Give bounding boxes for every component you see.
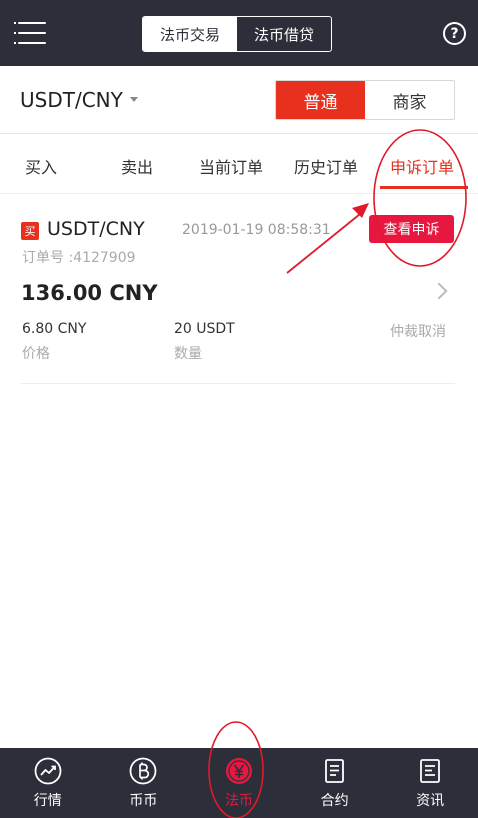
menu-icon[interactable] (14, 22, 46, 44)
tab-current-orders[interactable]: 当前订单 (199, 154, 263, 178)
divider (21, 383, 455, 384)
tab-fiat-lending[interactable]: 法币借贷 (237, 17, 331, 51)
order-card[interactable]: 买 USDT/CNY 2019-01-19 08:58:31 查看申诉 订单号 … (0, 195, 478, 385)
bitcoin-icon (129, 757, 157, 785)
order-pair: USDT/CNY (47, 218, 145, 240)
nav-item-contract[interactable]: 合约 (287, 748, 383, 818)
buy-side-badge: 买 (21, 222, 39, 240)
tab-fiat-trading[interactable]: 法币交易 (143, 17, 237, 51)
mode-switch: 普通 商家 (275, 80, 455, 120)
trend-chart-icon (34, 757, 62, 785)
nav-label: 资讯 (416, 793, 445, 809)
pair-selector[interactable]: USDT/CNY (20, 88, 123, 112)
nav-item-fiat[interactable]: 法币 (191, 748, 287, 818)
price-label: 价格 (22, 346, 50, 362)
news-doc-icon (420, 759, 441, 783)
trade-type-switch: 法币交易 法币借贷 (142, 16, 332, 52)
order-number: 订单号 :4127909 (22, 250, 136, 266)
mode-merchant-button[interactable]: 商家 (365, 81, 454, 119)
order-timestamp: 2019-01-19 08:58:31 (182, 222, 331, 238)
tab-history-orders[interactable]: 历史订单 (294, 154, 358, 178)
nav-item-news[interactable]: 资讯 (382, 748, 478, 818)
price-value: 6.80 CNY (22, 321, 87, 337)
nav-label: 币币 (129, 793, 158, 809)
tab-sell[interactable]: 卖出 (121, 154, 153, 178)
view-appeal-button[interactable]: 查看申诉 (369, 215, 454, 243)
order-tabs: 买入 卖出 当前订单 历史订单 申诉订单 (0, 134, 478, 194)
caret-down-icon[interactable] (130, 97, 138, 102)
yuan-coin-icon (225, 758, 252, 784)
top-header: 法币交易 法币借贷 ? (0, 0, 478, 66)
nav-item-coin[interactable]: 币币 (96, 748, 192, 818)
bottom-navigation: 行情 币币 法币 合约 资讯 (0, 748, 478, 818)
chevron-right-icon[interactable] (430, 282, 448, 300)
help-icon[interactable]: ? (443, 22, 466, 45)
nav-label: 合约 (320, 793, 349, 809)
order-status: 仲裁取消 (390, 324, 446, 340)
mode-normal-button[interactable]: 普通 (276, 81, 365, 119)
quantity-value: 20 USDT (174, 321, 235, 337)
tab-appeal-orders[interactable]: 申诉订单 (390, 154, 454, 178)
contract-doc-icon (324, 759, 344, 783)
order-amount: 136.00 CNY (21, 281, 158, 305)
tab-buy[interactable]: 买入 (25, 154, 57, 178)
nav-item-market[interactable]: 行情 (0, 748, 96, 818)
nav-label: 行情 (33, 793, 62, 809)
active-tab-indicator (380, 186, 468, 189)
quantity-label: 数量 (174, 346, 202, 362)
pair-bar: USDT/CNY 普通 商家 (0, 66, 478, 134)
nav-label: 法币 (224, 793, 253, 809)
